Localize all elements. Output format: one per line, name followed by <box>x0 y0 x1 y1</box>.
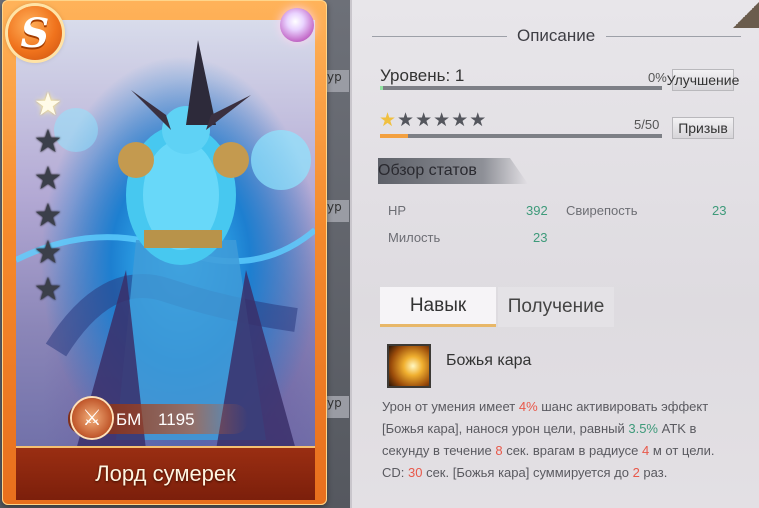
hero-name: Лорд сумерек <box>16 446 315 500</box>
stat-label-ferocity: Свирепость <box>566 203 638 218</box>
star-progress-bar <box>380 134 662 138</box>
star-icon: ★ <box>379 110 398 131</box>
battle-power-label: БМ <box>116 410 142 429</box>
tab-obtain[interactable]: Получение <box>498 287 614 327</box>
stat-label-mercy: Милость <box>388 230 441 245</box>
level-label: Уровень: 1 <box>380 66 465 85</box>
divider <box>606 36 741 37</box>
battle-power-value: 1195 <box>158 410 195 429</box>
level-progress-text: 0% <box>648 70 667 85</box>
stat-value-hp: 392 <box>526 203 548 218</box>
star-icon: ★ <box>33 122 63 160</box>
details-panel: Описание Уровень: 1 0% Улучшение ★★★★★★ … <box>350 0 759 508</box>
panel-title: Описание <box>517 26 596 45</box>
desc-text: Урон от умения имеет <box>382 399 519 414</box>
element-icon <box>280 8 314 42</box>
hero-card[interactable]: S ★ ★ ★ ★ ★ ★ ⚔ БМ 1195 Лорд сумерек <box>2 0 327 505</box>
desc-value: 4% <box>518 399 538 414</box>
skill-icon[interactable] <box>387 344 431 388</box>
star-icon: ★ <box>433 110 452 131</box>
desc-value: 2 <box>632 465 640 480</box>
divider <box>372 36 507 37</box>
stat-value-mercy: 23 <box>533 230 548 245</box>
skill-name: Божья кара <box>446 352 532 369</box>
crossed-swords-icon: ⚔ <box>72 398 112 438</box>
close-icon[interactable] <box>733 0 759 28</box>
desc-value: 8 <box>495 443 503 458</box>
skill-description: Урон от умения имеет 4% шанс активироват… <box>382 396 732 484</box>
star-progress-text: 5/50 <box>634 117 660 132</box>
desc-value: 30 <box>408 465 423 480</box>
stat-value-ferocity: 23 <box>712 203 727 218</box>
star-icon: ★ <box>33 159 63 197</box>
side-tab-1[interactable]: ур <box>327 70 349 92</box>
side-tab-label: ур <box>327 200 342 214</box>
desc-text: сек. врагам в радиусе <box>502 443 642 458</box>
star-icon: ★ <box>451 110 470 131</box>
summon-button[interactable]: Призыв <box>672 117 734 139</box>
stats-header: Обзор статов <box>378 162 477 179</box>
stat-label-hp: HP <box>388 203 407 218</box>
star-progress-fill <box>380 134 409 138</box>
side-tab-3[interactable]: ур <box>327 396 349 418</box>
desc-text: сек. [Божья кара] суммируется до <box>422 465 633 480</box>
star-icon: ★ <box>33 196 63 234</box>
star-icon: ★ <box>33 233 63 271</box>
star-column: ★ ★ ★ ★ ★ ★ <box>30 86 68 308</box>
tab-skill[interactable]: Навык <box>380 287 496 327</box>
level-progress-bar <box>380 86 662 90</box>
star-icon: ★ <box>469 110 488 131</box>
upgrade-button[interactable]: Улучшение <box>667 69 739 91</box>
rank-badge: S <box>8 6 62 60</box>
rank-letter: S <box>20 9 50 57</box>
level-progress-fill <box>380 86 383 90</box>
desc-text: раз. <box>639 465 668 480</box>
star-icon: ★ <box>33 85 63 123</box>
star-icon: ★ <box>33 270 63 308</box>
side-tab-2[interactable]: ур <box>327 200 349 222</box>
desc-value: 3.5% <box>628 421 658 436</box>
star-icon: ★ <box>397 110 416 131</box>
star-rating: ★★★★★★ <box>379 109 487 132</box>
side-tab-label: ур <box>327 70 342 84</box>
star-icon: ★ <box>415 110 434 131</box>
side-tab-label: ур <box>327 396 342 410</box>
